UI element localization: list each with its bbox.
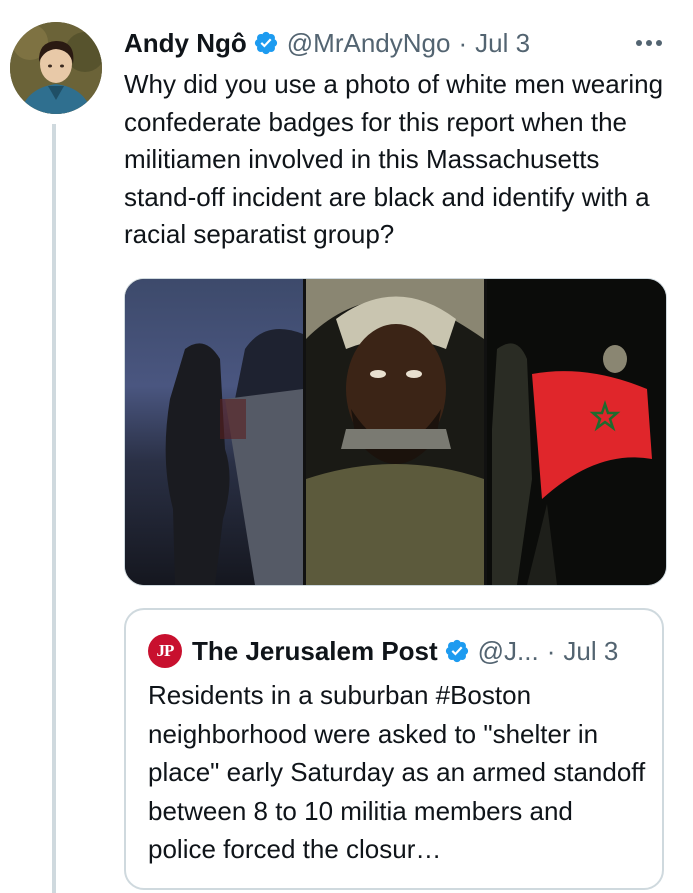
verified-badge-icon [445, 639, 468, 663]
separator-dot: · [458, 27, 468, 58]
quoted-author-handle[interactable]: @J... [478, 636, 539, 667]
media-photo-2[interactable] [306, 279, 484, 585]
quoted-tweet-header: JP The Jerusalem Post @J... · Jul 3 [148, 634, 642, 668]
quoted-tweet-text: Residents in a suburban #Boston neighbor… [148, 680, 646, 864]
author-handle[interactable]: @MrAndyNgo [287, 28, 451, 59]
quoted-tweet-card[interactable]: JP The Jerusalem Post @J... · Jul 3 Resi… [124, 608, 664, 890]
photo-flag-night-icon [487, 279, 666, 585]
quoted-tweet-date[interactable]: Jul 3 [563, 636, 618, 667]
author-avatar[interactable] [10, 22, 102, 114]
photo-man-helmet-icon [306, 279, 484, 585]
verified-badge-icon [254, 31, 277, 55]
media-photo-1[interactable] [125, 279, 303, 585]
separator-dot: · [546, 635, 556, 666]
media-photo-3[interactable] [487, 279, 666, 585]
tweet-media-grid[interactable] [124, 278, 667, 586]
jerusalem-post-logo-icon: JP [148, 634, 182, 668]
tweet-header: Andy Ngô @MrAndyNgo · Jul 3 [124, 26, 663, 60]
more-options-icon[interactable] [635, 28, 663, 58]
avatar-illustration [10, 22, 102, 114]
tweet-text: Why did you use a photo of white men wea… [124, 69, 664, 249]
thread-connector-line [52, 124, 56, 893]
quoted-author-name[interactable]: The Jerusalem Post [192, 636, 438, 667]
tweet-date[interactable]: Jul 3 [475, 28, 530, 59]
author-name[interactable]: Andy Ngô [124, 28, 247, 59]
photo-night-road-icon [125, 279, 303, 585]
